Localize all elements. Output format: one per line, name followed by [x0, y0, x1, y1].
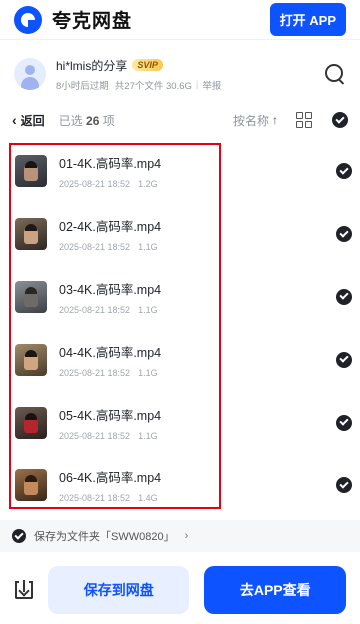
file-row[interactable]: 02-4K.高码率.mp4 2025-08-21 18:52 1.1G — [0, 203, 360, 266]
file-size: 1.2G — [138, 179, 158, 190]
file-check-icon[interactable] — [336, 226, 352, 243]
video-thumbnail — [15, 343, 47, 376]
save-folder-label: 保存为文件夹「SWW0820」 — [34, 531, 175, 543]
file-date: 2025-08-21 18:52 — [59, 179, 131, 190]
chevron-right-icon: › — [184, 530, 189, 542]
back-label: 返回 — [20, 113, 45, 128]
file-list: 01-4K.高码率.mp4 2025-08-21 18:52 1.2G 02-4K… — [0, 140, 360, 517]
save-folder-check-icon[interactable] — [12, 529, 26, 543]
video-thumbnail — [15, 469, 47, 502]
share-expiry: 8小时后过期 — [56, 80, 109, 92]
file-name: 03-4K.高码率.mp4 — [59, 282, 162, 297]
file-date: 2025-08-21 18:52 — [59, 493, 131, 504]
file-size: 1.1G — [138, 367, 158, 378]
file-name: 02-4K.高码率.mp4 — [59, 220, 162, 235]
file-name: 05-4K.高码率.mp4 — [59, 408, 162, 423]
back-button[interactable]: ‹ 返回 — [12, 112, 45, 129]
share-title: hi*lmis的分享 — [56, 58, 128, 73]
top-bar: 夸克网盘 打开 APP — [0, 0, 360, 40]
file-row[interactable]: 04-4K.高码率.mp4 2025-08-21 18:52 1.1G — [0, 328, 360, 391]
open-in-app-button[interactable]: 去APP查看 — [204, 566, 346, 614]
sort-button[interactable]: 按名称 ↑ — [233, 112, 278, 129]
file-date: 2025-08-21 18:52 — [59, 304, 131, 315]
video-thumbnail — [15, 280, 47, 313]
download-icon[interactable] — [14, 580, 34, 600]
video-thumbnail — [15, 218, 47, 251]
share-summary: 共27个文件 30.6G — [114, 80, 192, 92]
report-link[interactable]: 举报 — [202, 78, 221, 92]
quark-logo-icon — [14, 5, 42, 34]
file-size: 1.1G — [138, 242, 158, 253]
file-check-icon[interactable] — [336, 163, 352, 180]
file-check-icon[interactable] — [336, 351, 352, 368]
save-to-drive-button[interactable]: 保存到网盘 — [47, 566, 190, 614]
file-date: 2025-08-21 18:52 — [59, 242, 131, 253]
grid-view-icon[interactable] — [296, 112, 312, 128]
open-app-button[interactable]: 打开 APP — [269, 3, 346, 36]
file-name: 04-4K.高码率.mp4 — [59, 345, 162, 360]
file-check-icon[interactable] — [336, 288, 352, 305]
save-as-folder-option[interactable]: 保存为文件夹「SWW0820」 › — [0, 520, 360, 552]
file-row[interactable]: 01-4K.高码率.mp4 2025-08-21 18:52 1.2G — [0, 140, 360, 203]
bottom-bar: 保存到网盘 去APP查看 — [0, 556, 360, 624]
back-chevron-icon: ‹ — [12, 112, 17, 128]
video-thumbnail — [15, 406, 47, 439]
file-row[interactable]: 06-4K.高码率.mp4 2025-08-21 18:52 1.4G — [0, 454, 360, 517]
file-check-icon[interactable] — [336, 414, 352, 431]
file-row[interactable]: 03-4K.高码率.mp4 2025-08-21 18:52 1.1G — [0, 266, 360, 329]
sort-arrow-icon: ↑ — [272, 113, 278, 127]
selected-count: 已选 26 项 — [58, 113, 115, 128]
video-thumbnail — [15, 155, 47, 188]
file-check-icon[interactable] — [336, 477, 352, 494]
file-toolbar: ‹ 返回 已选 26 项 按名称 ↑ — [0, 104, 360, 136]
sort-label: 按名称 — [232, 113, 269, 128]
file-name: 06-4K.高码率.mp4 — [59, 471, 162, 486]
file-size: 1.4G — [138, 493, 158, 504]
file-size: 1.1G — [138, 304, 158, 315]
file-size: 1.1G — [138, 430, 158, 441]
app-name: 夸克网盘 — [52, 11, 133, 32]
file-name: 01-4K.高码率.mp4 — [59, 157, 162, 172]
share-info: hi*lmis的分享 SVIP 8小时后过期 共27个文件 30.6G | 举报 — [0, 48, 360, 100]
avatar-icon — [14, 58, 46, 90]
select-all-check-icon[interactable] — [332, 112, 348, 128]
file-date: 2025-08-21 18:52 — [59, 367, 131, 378]
file-row[interactable]: 05-4K.高码率.mp4 2025-08-21 18:52 1.1G — [0, 391, 360, 454]
file-date: 2025-08-21 18:52 — [59, 430, 131, 441]
svip-badge: SVIP — [132, 59, 163, 71]
search-icon[interactable] — [324, 63, 346, 85]
